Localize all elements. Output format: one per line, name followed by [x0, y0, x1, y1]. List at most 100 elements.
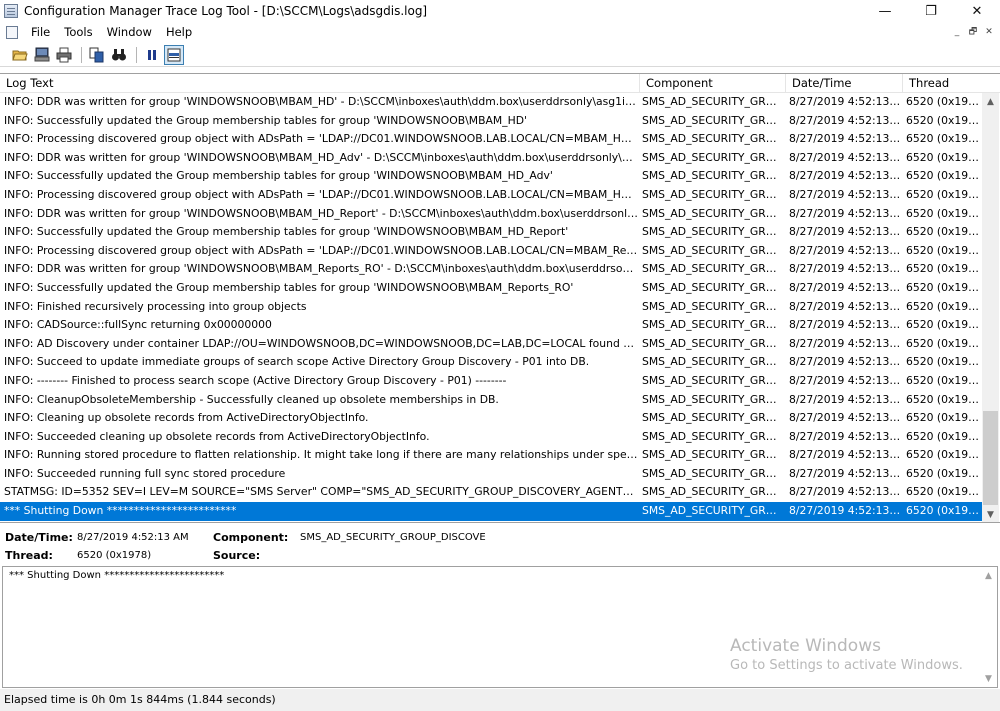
minimize-button[interactable]: — [862, 0, 908, 22]
print-icon[interactable] [54, 45, 74, 65]
log-text-cell: INFO: Successfully updated the Group mem… [4, 280, 574, 294]
copy-icon[interactable] [87, 45, 107, 65]
mdi-minimize-button[interactable]: _ [950, 25, 964, 39]
datetime-cell: 8/27/2019 4:52:13 AM [789, 225, 903, 239]
log-list[interactable]: Log Text Component Date/Time Thread INFO… [0, 73, 1000, 523]
find-icon[interactable] [109, 45, 129, 65]
thread-cell: 6520 (0x1978) [906, 504, 982, 518]
close-button[interactable]: ✕ [954, 0, 1000, 22]
table-row[interactable]: INFO: Running stored procedure to flatte… [0, 446, 982, 465]
window-title: Configuration Manager Trace Log Tool - [… [24, 4, 428, 18]
column-header-date-time[interactable]: Date/Time [786, 74, 903, 93]
thread-cell: 6520 (0x1978) [906, 280, 982, 294]
watermark-title: Activate Windows [730, 636, 881, 656]
component-cell: SMS_AD_SECURITY_GROUP [642, 187, 785, 201]
datetime-cell: 8/27/2019 4:52:13 AM [789, 485, 903, 499]
datetime-cell: 8/27/2019 4:52:13 AM [789, 150, 903, 164]
component-cell: SMS_AD_SECURITY_GROUP [642, 355, 785, 369]
thread-cell: 6520 (0x1978) [906, 95, 982, 108]
table-row[interactable]: INFO: -------- Finished to process searc… [0, 372, 982, 391]
table-row[interactable]: INFO: Successfully updated the Group mem… [0, 112, 982, 131]
component-cell: SMS_AD_SECURITY_GROUP [642, 504, 785, 518]
table-row[interactable]: INFO: DDR was written for group 'WINDOWS… [0, 93, 982, 112]
table-row[interactable]: STATMSG: ID=5352 SEV=I LEV=M SOURCE="SMS… [0, 483, 982, 502]
log-text-cell: INFO: Successfully updated the Group mem… [4, 169, 553, 183]
message-scroll-up-icon[interactable]: ▲ [980, 567, 997, 584]
thread-cell: 6520 (0x1978) [906, 262, 982, 276]
open-folder-icon[interactable] [10, 45, 30, 65]
component-cell: SMS_AD_SECURITY_GROUP [642, 132, 785, 146]
message-scroll-down-icon[interactable]: ▼ [980, 670, 997, 687]
component-cell: SMS_AD_SECURITY_GROUP [642, 318, 785, 332]
table-row[interactable]: INFO: Successfully updated the Group mem… [0, 223, 982, 242]
vertical-scrollbar[interactable]: ▲ ▼ [982, 93, 999, 523]
table-row[interactable]: INFO: AD Discovery under container LDAP:… [0, 335, 982, 354]
table-row[interactable]: INFO: CleanupObsoleteMembership - Succes… [0, 391, 982, 410]
datetime-value: 8/27/2019 4:52:13 AM [77, 532, 189, 543]
datetime-cell: 8/27/2019 4:52:13 AM [789, 243, 903, 257]
log-text-cell: INFO: Successfully updated the Group mem… [4, 113, 527, 127]
table-row[interactable]: INFO: Succeeded running full sync stored… [0, 465, 982, 484]
document-icon[interactable] [6, 25, 18, 39]
table-row[interactable]: INFO: Succeed to update immediate groups… [0, 353, 982, 372]
column-header-log-text[interactable]: Log Text [0, 74, 640, 93]
column-header-component[interactable]: Component [640, 74, 786, 93]
menu-tools[interactable]: Tools [57, 25, 99, 39]
menu-window[interactable]: Window [100, 25, 159, 39]
component-cell: SMS_AD_SECURITY_GROUP [642, 411, 785, 425]
status-bar: Elapsed time is 0h 0m 1s 844ms (1.844 se… [0, 689, 1000, 711]
thread-cell: 6520 (0x1978) [906, 225, 982, 239]
table-row[interactable]: INFO: Succeeded cleaning up obsolete rec… [0, 428, 982, 447]
column-header-thread[interactable]: Thread [903, 74, 1000, 93]
scroll-down-arrow-icon[interactable]: ▼ [982, 506, 999, 523]
table-row[interactable]: INFO: DDR was written for group 'WINDOWS… [0, 149, 982, 168]
table-row[interactable]: INFO: Successfully updated the Group mem… [0, 279, 982, 298]
table-row[interactable]: INFO: Finished recursively processing in… [0, 298, 982, 317]
message-text: *** Shutting Down **********************… [9, 570, 225, 581]
app-icon [4, 4, 18, 18]
table-row[interactable]: INFO: Processing discovered group object… [0, 242, 982, 261]
table-row[interactable]: INFO: Cleaning up obsolete records from … [0, 409, 982, 428]
toolbar-separator [136, 46, 137, 63]
details-pane: Date/Time: 8/27/2019 4:52:13 AM Componen… [0, 522, 1000, 566]
maximize-button[interactable]: ❐ [908, 0, 954, 22]
pause-icon[interactable] [142, 45, 162, 65]
log-text-cell: INFO: Succeeded running full sync stored… [4, 466, 286, 480]
mdi-controls: _ 🗗 ✕ [950, 25, 996, 39]
log-text-cell: INFO: Processing discovered group object… [4, 132, 638, 146]
menu-help[interactable]: Help [159, 25, 199, 39]
table-row[interactable]: INFO: DDR was written for group 'WINDOWS… [0, 205, 982, 224]
thread-cell: 6520 (0x1978) [906, 373, 982, 387]
component-cell: SMS_AD_SECURITY_GROUP [642, 243, 785, 257]
toolbar [0, 43, 1000, 67]
scroll-up-arrow-icon[interactable]: ▲ [982, 93, 999, 110]
thread-cell: 6520 (0x1978) [906, 448, 982, 462]
component-value: SMS_AD_SECURITY_GROUP_DISCOVE [300, 532, 486, 543]
datetime-cell: 8/27/2019 4:52:13 AM [789, 373, 903, 387]
log-text-cell: INFO: DDR was written for group 'WINDOWS… [4, 262, 638, 276]
datetime-cell: 8/27/2019 4:52:13 AM [789, 448, 903, 462]
log-text-cell: STATMSG: ID=5352 SEV=I LEV=M SOURCE="SMS… [4, 485, 638, 499]
log-text-cell: INFO: DDR was written for group 'WINDOWS… [4, 150, 638, 164]
watermark-subtitle: Go to Settings to activate Windows. [730, 658, 963, 673]
print-preview-icon[interactable] [32, 45, 52, 65]
thread-cell: 6520 (0x1978) [906, 485, 982, 499]
thread-cell: 6520 (0x1978) [906, 318, 982, 332]
component-cell: SMS_AD_SECURITY_GROUP [642, 150, 785, 164]
table-row[interactable]: INFO: Successfully updated the Group mem… [0, 167, 982, 186]
datetime-cell: 8/27/2019 4:52:13 AM [789, 187, 903, 201]
menu-file[interactable]: File [24, 25, 57, 39]
scrollbar-thumb[interactable] [983, 411, 998, 505]
table-row[interactable]: INFO: CADSource::fullSync returning 0x00… [0, 316, 982, 335]
highlight-icon[interactable] [164, 44, 184, 65]
thread-cell: 6520 (0x1978) [906, 113, 982, 127]
component-cell: SMS_AD_SECURITY_GROUP [642, 280, 785, 294]
mdi-close-button[interactable]: ✕ [982, 25, 996, 39]
table-row[interactable]: INFO: Processing discovered group object… [0, 130, 982, 149]
table-row[interactable]: *** Shutting Down **********************… [0, 502, 982, 521]
table-row[interactable]: INFO: DDR was written for group 'WINDOWS… [0, 260, 982, 279]
table-row[interactable]: INFO: Processing discovered group object… [0, 186, 982, 205]
mdi-restore-button[interactable]: 🗗 [966, 25, 980, 39]
toolbar-separator [81, 46, 82, 63]
message-scrollbar[interactable]: ▲ ▼ [980, 567, 997, 687]
